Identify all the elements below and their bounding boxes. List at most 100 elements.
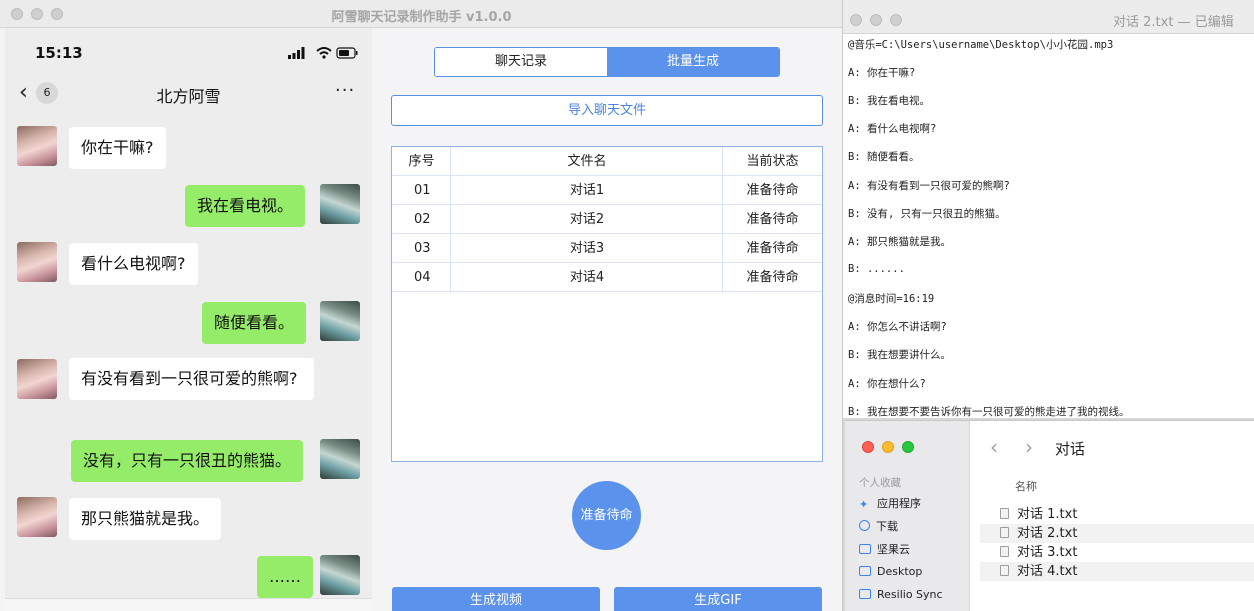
status-icons	[288, 47, 358, 59]
wifi-icon	[316, 47, 332, 59]
table-row[interactable]: 01 对话1 准备待命	[392, 176, 822, 205]
avatar	[320, 184, 360, 224]
chat-input-bar[interactable]	[5, 598, 372, 611]
app-window: 阿雪聊天记录制作助手 v1.0.0 15:13 ‹ 6 北方阿雪 ··· 你在干…	[0, 0, 843, 611]
tab-batch-generate[interactable]: 批量生成	[607, 48, 779, 76]
file-name: 对话 3.txt	[1017, 545, 1078, 560]
row-status: 准备待命	[746, 212, 799, 227]
editor-line: A: 你在想什么?	[848, 378, 926, 390]
finder-window: 个人收藏 ✦ 应用程序 下载 坚果云 Desktop Resilio Sync ‹…	[845, 420, 1254, 611]
text-file-icon	[1000, 527, 1009, 538]
sidebar-item-applications[interactable]: ✦ 应用程序	[859, 495, 921, 511]
file-row[interactable]: 对话 3.txt	[980, 543, 1254, 562]
row-status: 准备待命	[746, 270, 799, 285]
file-row[interactable]: 对话 1.txt	[980, 505, 1254, 524]
finder-sidebar: 个人收藏 ✦ 应用程序 下载 坚果云 Desktop Resilio Sync	[845, 421, 970, 611]
column-header-filename: 文件名	[567, 154, 607, 169]
sidebar-item-label: 应用程序	[877, 497, 921, 510]
chat-bubble-left: 看什么电视啊?	[69, 243, 198, 285]
generate-gif-button[interactable]: 生成GIF	[614, 587, 822, 611]
editor-line: A: 有没有看到一只很可爱的熊啊?	[848, 180, 1010, 192]
row-filename: 对话4	[569, 270, 605, 285]
import-chat-file-button[interactable]: 导入聊天文件	[391, 95, 823, 126]
generate-video-button[interactable]: 生成视频	[392, 587, 600, 611]
sidebar-item-label: 坚果云	[877, 543, 910, 556]
folder-icon	[859, 589, 871, 599]
minimize-window-button[interactable]	[870, 14, 882, 26]
chat-header: ‹ 6 北方阿雪 ···	[5, 78, 372, 112]
editor-line: @音乐=C:\Users\username\Desktop\小小花园.mp3	[848, 39, 1114, 51]
app-titlebar: 阿雪聊天记录制作助手 v1.0.0	[0, 0, 842, 28]
avatar	[320, 555, 360, 595]
editor-line: B: 我在看电视。	[848, 95, 930, 107]
row-index: 03	[414, 241, 431, 256]
close-window-button[interactable]	[850, 14, 862, 26]
editor-line: @消息时间=16:19	[848, 293, 935, 305]
zoom-window-button[interactable]	[902, 441, 914, 453]
download-icon	[859, 520, 870, 531]
status-time: 15:13	[35, 44, 83, 62]
file-name: 对话 4.txt	[1017, 564, 1078, 579]
column-header-name: 名称	[1015, 480, 1037, 493]
chat-bubble-right: 我在看电视。	[185, 185, 306, 227]
file-name: 对话 2.txt	[1017, 526, 1078, 541]
table-row[interactable]: 03 对话3 准备待命	[392, 234, 822, 263]
table-row[interactable]: 02 对话2 准备待命	[392, 205, 822, 234]
row-index: 02	[414, 212, 431, 227]
editor-title: 对话 2.txt — 已编辑	[1113, 15, 1234, 30]
column-header-status: 当前状态	[746, 154, 799, 169]
app-title: 阿雪聊天记录制作助手 v1.0.0	[331, 10, 512, 25]
file-row[interactable]: 对话 4.txt	[980, 562, 1254, 581]
avatar	[17, 126, 57, 166]
text-file-icon	[1000, 546, 1009, 557]
avatar	[320, 439, 360, 479]
editor-line: B: 随便看看。	[848, 151, 920, 163]
chat-bubble-left: 你在干嘛?	[69, 127, 166, 169]
mode-tabs: 聊天记录 批量生成	[434, 47, 780, 77]
row-index: 04	[414, 270, 431, 285]
minimize-window-button[interactable]	[882, 441, 894, 453]
file-table: 序号 文件名 当前状态 01 对话1 准备待命 02 对话2 准备待命 03 对…	[391, 146, 823, 462]
tab-chat-log[interactable]: 聊天记录	[435, 48, 607, 76]
sidebar-item-jianguoyun[interactable]: 坚果云	[859, 541, 910, 557]
text-file-icon	[1000, 508, 1009, 519]
close-window-button[interactable]	[862, 441, 874, 453]
sidebar-item-label: Desktop	[877, 565, 923, 578]
row-status: 准备待命	[746, 241, 799, 256]
editor-line: B: ......	[848, 263, 905, 275]
sidebar-item-desktop[interactable]: Desktop	[859, 565, 922, 578]
editor-line: A: 你怎么不讲话啊?	[848, 321, 947, 333]
editor-line: B: 没有, 只有一只很丑的熊猫。	[848, 208, 1006, 220]
chat-bubble-right: 没有，只有一只很丑的熊猫。	[71, 440, 304, 482]
forward-chevron-icon[interactable]: ›	[1025, 435, 1033, 459]
row-status: 准备待命	[746, 183, 799, 198]
file-row[interactable]: 对话 2.txt	[980, 524, 1254, 543]
sidebar-item-resilio-sync[interactable]: Resilio Sync	[859, 588, 943, 601]
folder-icon	[859, 544, 871, 554]
avatar	[17, 242, 57, 282]
status-button[interactable]: 准备待命	[572, 481, 641, 550]
back-chevron-icon[interactable]: ‹	[990, 435, 998, 459]
editor-line: A: 那只熊猫就是我。	[848, 236, 951, 248]
sidebar-heading: 个人收藏	[859, 477, 901, 489]
editor-titlebar: 对话 2.txt — 已编辑	[843, 0, 1254, 34]
zoom-window-button[interactable]	[890, 14, 902, 26]
table-header: 序号 文件名 当前状态	[392, 147, 822, 176]
editor-line: A: 看什么电视啊?	[848, 123, 937, 135]
avatar	[17, 497, 57, 537]
folder-title: 对话	[1055, 440, 1086, 458]
column-header-index: 序号	[408, 154, 435, 169]
text-file-icon	[1000, 565, 1009, 576]
column-divider	[450, 147, 451, 293]
sidebar-item-downloads[interactable]: 下载	[859, 518, 898, 534]
editor-line: B: 我在想要讲什么。	[848, 349, 951, 361]
avatar	[17, 359, 57, 399]
phone-preview: 15:13 ‹ 6 北方阿雪 ··· 你在干嘛? 我在看电视。 看什么电视啊? …	[5, 28, 372, 611]
chat-title: 北方阿雪	[156, 87, 221, 106]
table-row[interactable]: 04 对话4 准备待命	[392, 263, 822, 292]
row-filename: 对话3	[569, 241, 605, 256]
text-editor-window: 对话 2.txt — 已编辑 @音乐=C:\Users\username\Des…	[843, 0, 1254, 418]
more-icon[interactable]: ···	[335, 80, 355, 101]
editor-line: B: 我在想要不要告诉你有一只很可爱的熊走进了我的视线。	[848, 406, 1130, 418]
chat-bubble-left: 那只熊猫就是我。	[69, 498, 222, 540]
